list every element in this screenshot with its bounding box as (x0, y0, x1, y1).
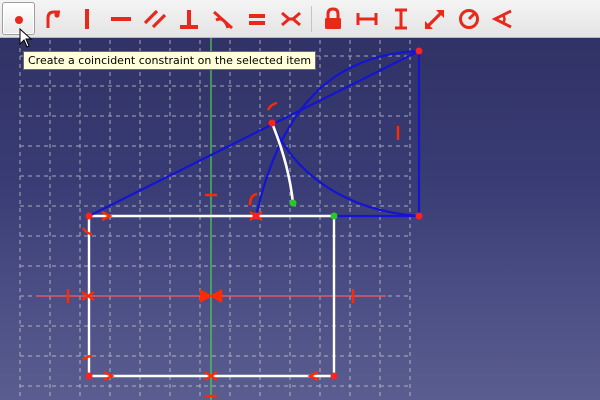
distance-constraint-button[interactable] (418, 2, 451, 35)
horizontal-line-icon (110, 16, 131, 21)
vertical-distance-icon (394, 8, 407, 29)
parallel-constraint-button[interactable] (138, 2, 171, 35)
equal-constraint-button[interactable] (240, 2, 273, 35)
perpendicular-icon (179, 9, 198, 29)
tooltip: Create a coincident constraint on the se… (23, 51, 317, 70)
parallel-icon (143, 9, 166, 28)
constraint-markers (66, 101, 400, 398)
vertical-constraint-button[interactable] (70, 2, 103, 35)
symmetric-icon (280, 11, 301, 26)
diagonal-distance-icon (424, 9, 444, 29)
mouse-pointer-icon (19, 28, 33, 48)
point-on-object-icon (46, 10, 60, 28)
point-on-object-button[interactable] (36, 2, 69, 35)
angle-constraint-button[interactable] (486, 2, 519, 35)
tangent-icon (212, 10, 233, 29)
equal-icon (248, 13, 265, 25)
radius-icon (458, 8, 479, 29)
sketch-grid (19, 40, 411, 400)
constraint-toolbar (0, 0, 600, 38)
sketch-vertices[interactable] (85, 47, 423, 380)
tangent-constraint-button[interactable] (206, 2, 239, 35)
blue-geometry[interactable] (88, 49, 421, 218)
perpendicular-constraint-button[interactable] (172, 2, 205, 35)
horizontal-constraint-button[interactable] (104, 2, 137, 35)
angle-icon (491, 9, 512, 28)
horizontal-distance-icon (356, 12, 377, 25)
horizontal-distance-button[interactable] (350, 2, 383, 35)
symmetric-constraint-button[interactable] (274, 2, 307, 35)
toolbar-separator (311, 5, 312, 32)
vertical-distance-button[interactable] (384, 2, 417, 35)
lock-constraint-button[interactable] (316, 2, 349, 35)
lock-icon (324, 6, 341, 29)
vertical-line-icon (84, 8, 89, 29)
radius-constraint-button[interactable] (452, 2, 485, 35)
